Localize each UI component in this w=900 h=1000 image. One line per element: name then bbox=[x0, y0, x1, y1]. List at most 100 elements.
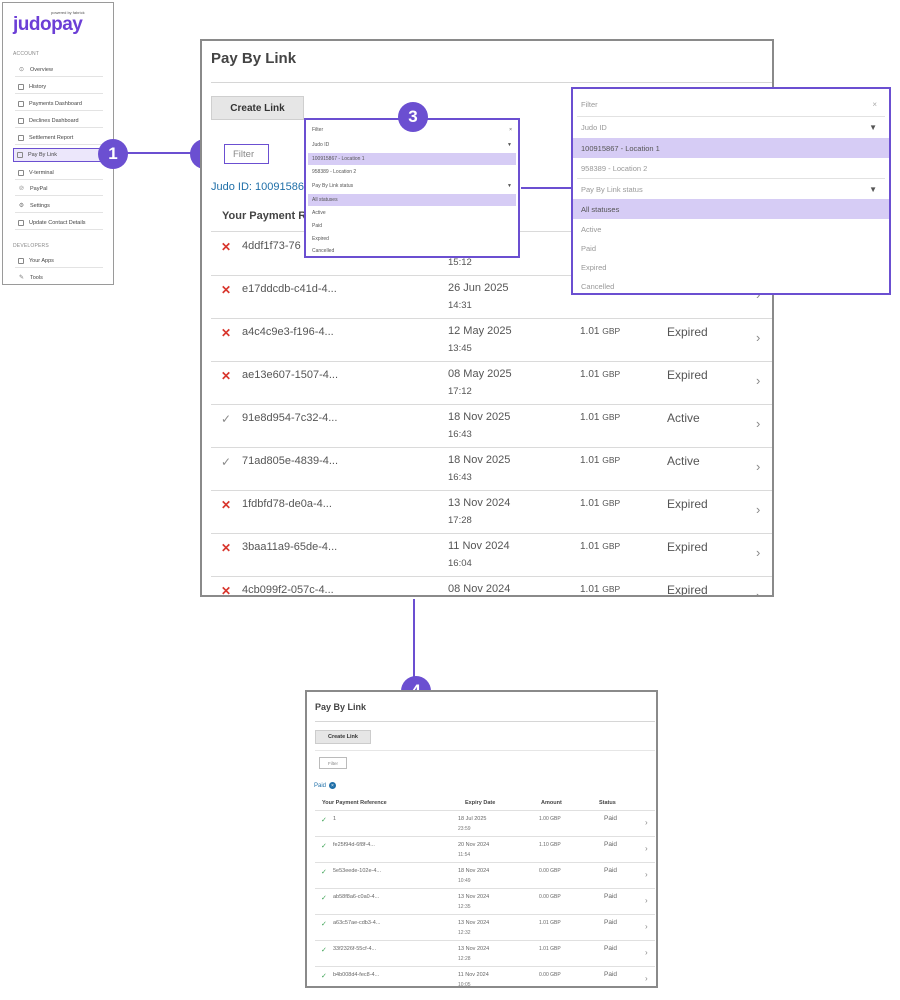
chevron-right-icon[interactable]: › bbox=[645, 974, 648, 983]
close-icon[interactable]: × bbox=[329, 782, 337, 789]
table-row[interactable]: ✓ 91e8d954-7c32-4... 18 Nov 2025 16:43 1.01 … bbox=[211, 404, 772, 447]
expiry-time: 16:04 bbox=[448, 558, 472, 569]
chevron-right-icon[interactable]: › bbox=[645, 896, 648, 905]
expiry-time: 12:28 bbox=[458, 956, 471, 962]
row-divider bbox=[211, 361, 772, 362]
payment-reference: 4ddf1f73-76 bbox=[242, 240, 301, 252]
status-option[interactable]: Active bbox=[573, 219, 889, 239]
table-row[interactable]: ✓ a63c57ae-cdb3-4... 13 Nov 2024 12:32 1.01 … bbox=[315, 914, 655, 940]
sidebar-item-payments-dashboard[interactable]: Payments Dashboard bbox=[15, 97, 103, 111]
status-select[interactable]: Pay By Link status ▼ bbox=[573, 179, 889, 199]
status-option[interactable]: Expired bbox=[308, 233, 516, 245]
chevron-right-icon[interactable]: › bbox=[645, 922, 648, 931]
status-option[interactable]: Cancelled bbox=[308, 245, 516, 256]
judo-id-select[interactable]: Judo ID ▼ bbox=[573, 117, 889, 137]
status-option[interactable]: Active bbox=[308, 207, 516, 219]
amount: 0.00 GBP bbox=[539, 894, 561, 900]
check-icon: ✓ bbox=[321, 869, 327, 876]
chevron-right-icon[interactable]: › bbox=[645, 818, 648, 827]
filter-popup-title: Filter bbox=[312, 127, 324, 133]
judo-id-select[interactable]: Judo ID ▼ bbox=[308, 139, 516, 151]
status-label: Expired bbox=[667, 583, 708, 597]
sidebar-item-label: PayPal bbox=[30, 185, 48, 192]
table-row[interactable]: ✓ 33f2326f-55cf-4... 13 Nov 2024 12:28 1.01 … bbox=[315, 940, 655, 966]
status-label: Paid bbox=[604, 815, 618, 822]
chevron-right-icon[interactable]: › bbox=[756, 330, 760, 345]
sidebar-item-tools[interactable]: ✎ Tools bbox=[15, 271, 103, 284]
judo-id-link[interactable]: Judo ID: 100915867 bbox=[211, 181, 310, 193]
status-option[interactable]: Expired bbox=[573, 257, 889, 277]
table-row[interactable]: ✕ 1fdbfd78-de0a-4... 13 Nov 2024 17:28 1.01 … bbox=[211, 490, 772, 533]
judo-id-select-label: Judo ID bbox=[312, 142, 330, 148]
active-filter-chip[interactable]: Paid × bbox=[314, 782, 337, 789]
sidebar-item-v-terminal[interactable]: V-terminal bbox=[15, 166, 103, 180]
table-row[interactable]: ✓ b4b008d4-fec8-4... 11 Nov 2024 10:05 0.00 … bbox=[315, 966, 655, 986]
row-divider bbox=[211, 318, 772, 319]
amount-value: 1.01 bbox=[580, 326, 600, 337]
expiry-time: 12:35 bbox=[458, 904, 471, 910]
table-row[interactable]: ✓ 1 18 Jul 2025 23:59 1.00 GBP Paid › bbox=[315, 810, 655, 836]
judo-id-option[interactable]: 100915867 - Location 1 bbox=[308, 153, 516, 165]
sidebar-item-pay-by-link[interactable]: Pay By Link bbox=[13, 148, 105, 162]
amount-value: 1.01 bbox=[580, 455, 600, 466]
sidebar-item-update-contact-details[interactable]: Update Contact Details bbox=[15, 216, 103, 230]
tools-icon: ✎ bbox=[18, 275, 25, 281]
chevron-right-icon[interactable]: › bbox=[645, 948, 648, 957]
table-row[interactable]: ✕ a4c4c9e3-f196-4... 12 May 2025 13:45 1.01 … bbox=[211, 318, 772, 361]
cross-icon: ✕ bbox=[221, 240, 232, 254]
link-icon bbox=[17, 152, 23, 158]
section-developers-label: DEVELOPERS bbox=[13, 243, 49, 249]
chevron-right-icon[interactable]: › bbox=[645, 870, 648, 879]
sidebar-item-declines-dashboard[interactable]: Declines Dashboard bbox=[15, 114, 103, 128]
table-row[interactable]: ✓ 5e53eede-102e-4... 18 Nov 2024 10:49 0.00 … bbox=[315, 862, 655, 888]
close-icon[interactable]: × bbox=[509, 127, 512, 133]
filter-button[interactable]: Filter bbox=[224, 144, 269, 164]
create-link-button[interactable]: Create Link bbox=[211, 96, 304, 120]
table-row[interactable]: ✓ fe25f94d-6f8f-4... 20 Nov 2024 11:54 1.10 … bbox=[315, 836, 655, 862]
sidebar-item-settlement-report[interactable]: Settlement Report bbox=[15, 131, 103, 145]
status-label: Expired bbox=[667, 497, 708, 511]
status-option[interactable]: Paid bbox=[308, 220, 516, 232]
filter-button[interactable]: Filter bbox=[319, 757, 347, 769]
status-option[interactable]: All statuses bbox=[573, 199, 889, 219]
status-option[interactable]: Cancelled bbox=[573, 276, 889, 293]
chevron-right-icon[interactable]: › bbox=[756, 373, 760, 388]
currency: GBP bbox=[602, 455, 621, 465]
sidebar-item-paypal[interactable]: ℗ PayPal bbox=[15, 182, 103, 196]
amount-value: 1.01 bbox=[580, 412, 600, 423]
judo-id-option[interactable]: 958389 - Location 2 bbox=[573, 158, 889, 178]
payment-reference: 33f2326f-55cf-4... bbox=[333, 946, 377, 952]
status-option[interactable]: Paid bbox=[573, 238, 889, 258]
chevron-right-icon[interactable]: › bbox=[756, 545, 760, 560]
sidebar-item-overview[interactable]: ⊙ Overview bbox=[15, 63, 103, 77]
status-select-label: Pay By Link status bbox=[581, 184, 643, 194]
table-row[interactable]: ✓ 71ad805e-4839-4... 18 Nov 2025 16:43 1.01 … bbox=[211, 447, 772, 490]
payment-reference: 71ad805e-4839-4... bbox=[242, 455, 339, 467]
sidebar-item-history[interactable]: History bbox=[15, 80, 103, 94]
close-icon[interactable]: × bbox=[872, 100, 877, 109]
status-option[interactable]: All statuses bbox=[308, 194, 516, 206]
chevron-down-icon: ▼ bbox=[507, 183, 512, 189]
table-row[interactable]: ✕ 4cb099f2-057c-4... 08 Nov 2024 1.01 GBP Ex… bbox=[211, 576, 772, 597]
judo-id-option[interactable]: 958389 - Location 2 bbox=[308, 166, 516, 178]
chevron-right-icon[interactable]: › bbox=[756, 416, 760, 431]
table-row[interactable]: ✕ 3baa11a9-65de-4... 11 Nov 2024 16:04 1.01 … bbox=[211, 533, 772, 576]
amount: 1.01 GBP bbox=[580, 584, 620, 595]
currency: GBP bbox=[602, 498, 621, 508]
table-row[interactable]: ✕ ae13e607-1507-4... 08 May 2025 17:12 1.01 … bbox=[211, 361, 772, 404]
status-select[interactable]: Pay By Link status ▼ bbox=[308, 180, 516, 192]
check-icon: ✓ bbox=[321, 921, 327, 928]
status-label: Paid bbox=[604, 919, 618, 926]
create-link-button[interactable]: Create Link bbox=[315, 730, 371, 744]
callout-connector-3-zoom bbox=[521, 187, 573, 189]
table-row[interactable]: ✓ ab58f8a6-c0a0-4... 13 Nov 2024 12:35 0.00 … bbox=[315, 888, 655, 914]
sidebar-item-settings[interactable]: ⚙ Settings bbox=[15, 199, 103, 213]
chevron-right-icon[interactable]: › bbox=[756, 502, 760, 517]
sidebar-item-your-apps[interactable]: Your Apps bbox=[15, 254, 103, 268]
column-header-reference: Your Payment Reference bbox=[322, 800, 387, 806]
expiry-time: 16:43 bbox=[448, 472, 472, 483]
judo-id-option[interactable]: 100915867 - Location 1 bbox=[573, 138, 889, 158]
chevron-right-icon[interactable]: › bbox=[756, 588, 760, 595]
chevron-right-icon[interactable]: › bbox=[645, 844, 648, 853]
chevron-right-icon[interactable]: › bbox=[756, 459, 760, 474]
